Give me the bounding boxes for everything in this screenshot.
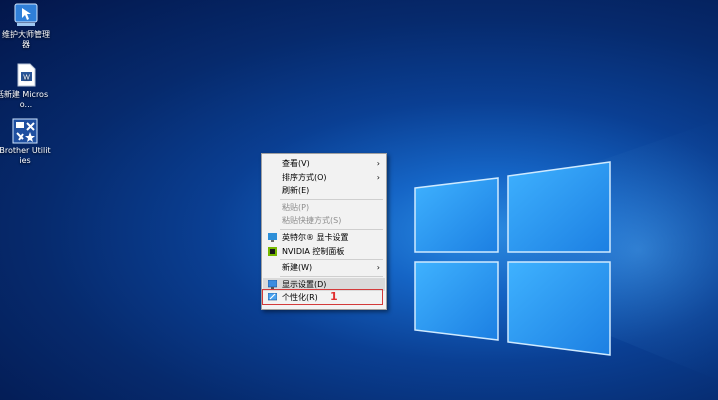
menu-item-new[interactable]: 新建(W) ›: [263, 261, 385, 274]
menu-item-nvidia[interactable]: NVIDIA 控制面板: [263, 245, 385, 258]
maintenance-tool-icon: [14, 3, 38, 26]
desktop-edge-label: 话: [0, 90, 26, 100]
menu-item-sort-by[interactable]: 排序方式(O) ›: [263, 171, 385, 184]
menu-separator: [280, 276, 383, 277]
menu-item-paste: 粘贴(P): [282, 203, 310, 212]
desktop-icon-maintenance[interactable]: 维护大师管理器: [0, 2, 52, 50]
annotation-highlight-box: [262, 289, 383, 305]
chevron-right-icon: ›: [376, 173, 380, 182]
desktop-icon-word[interactable]: W 新建 Microso...: [0, 62, 52, 110]
brother-utilities-icon: [12, 118, 38, 144]
menu-item-view[interactable]: 查看(V) ›: [263, 157, 385, 170]
windows-logo: [414, 161, 611, 356]
desktop-icon-label: Brother Utilities: [0, 146, 51, 165]
menu-item-refresh[interactable]: 刷新(E): [263, 184, 385, 197]
menu-separator: [280, 259, 383, 260]
menu-separator: [280, 229, 383, 230]
menu-separator: [280, 199, 383, 200]
chevron-right-icon: ›: [376, 159, 380, 168]
desktop-icon-label: 维护大师管理器: [2, 30, 50, 49]
chevron-right-icon: ›: [376, 263, 380, 272]
desktop-icon-brother[interactable]: Brother Utilities: [0, 118, 51, 166]
desktop-context-menu: 查看(V) › 排序方式(O) › 刷新(E) 粘贴(P) 粘贴快捷方式(S) …: [261, 153, 387, 310]
word-document-icon: W: [17, 63, 36, 87]
annotation-step-number: 1: [330, 290, 338, 303]
menu-item-intel-graphics[interactable]: 英特尔® 显卡设置: [263, 231, 385, 244]
intel-graphics-icon: [268, 233, 277, 242]
display-settings-icon: [268, 280, 277, 289]
nvidia-icon: [268, 247, 277, 256]
menu-item-paste-shortcut: 粘贴快捷方式(S): [282, 216, 342, 225]
svg-text:W: W: [23, 75, 30, 82]
